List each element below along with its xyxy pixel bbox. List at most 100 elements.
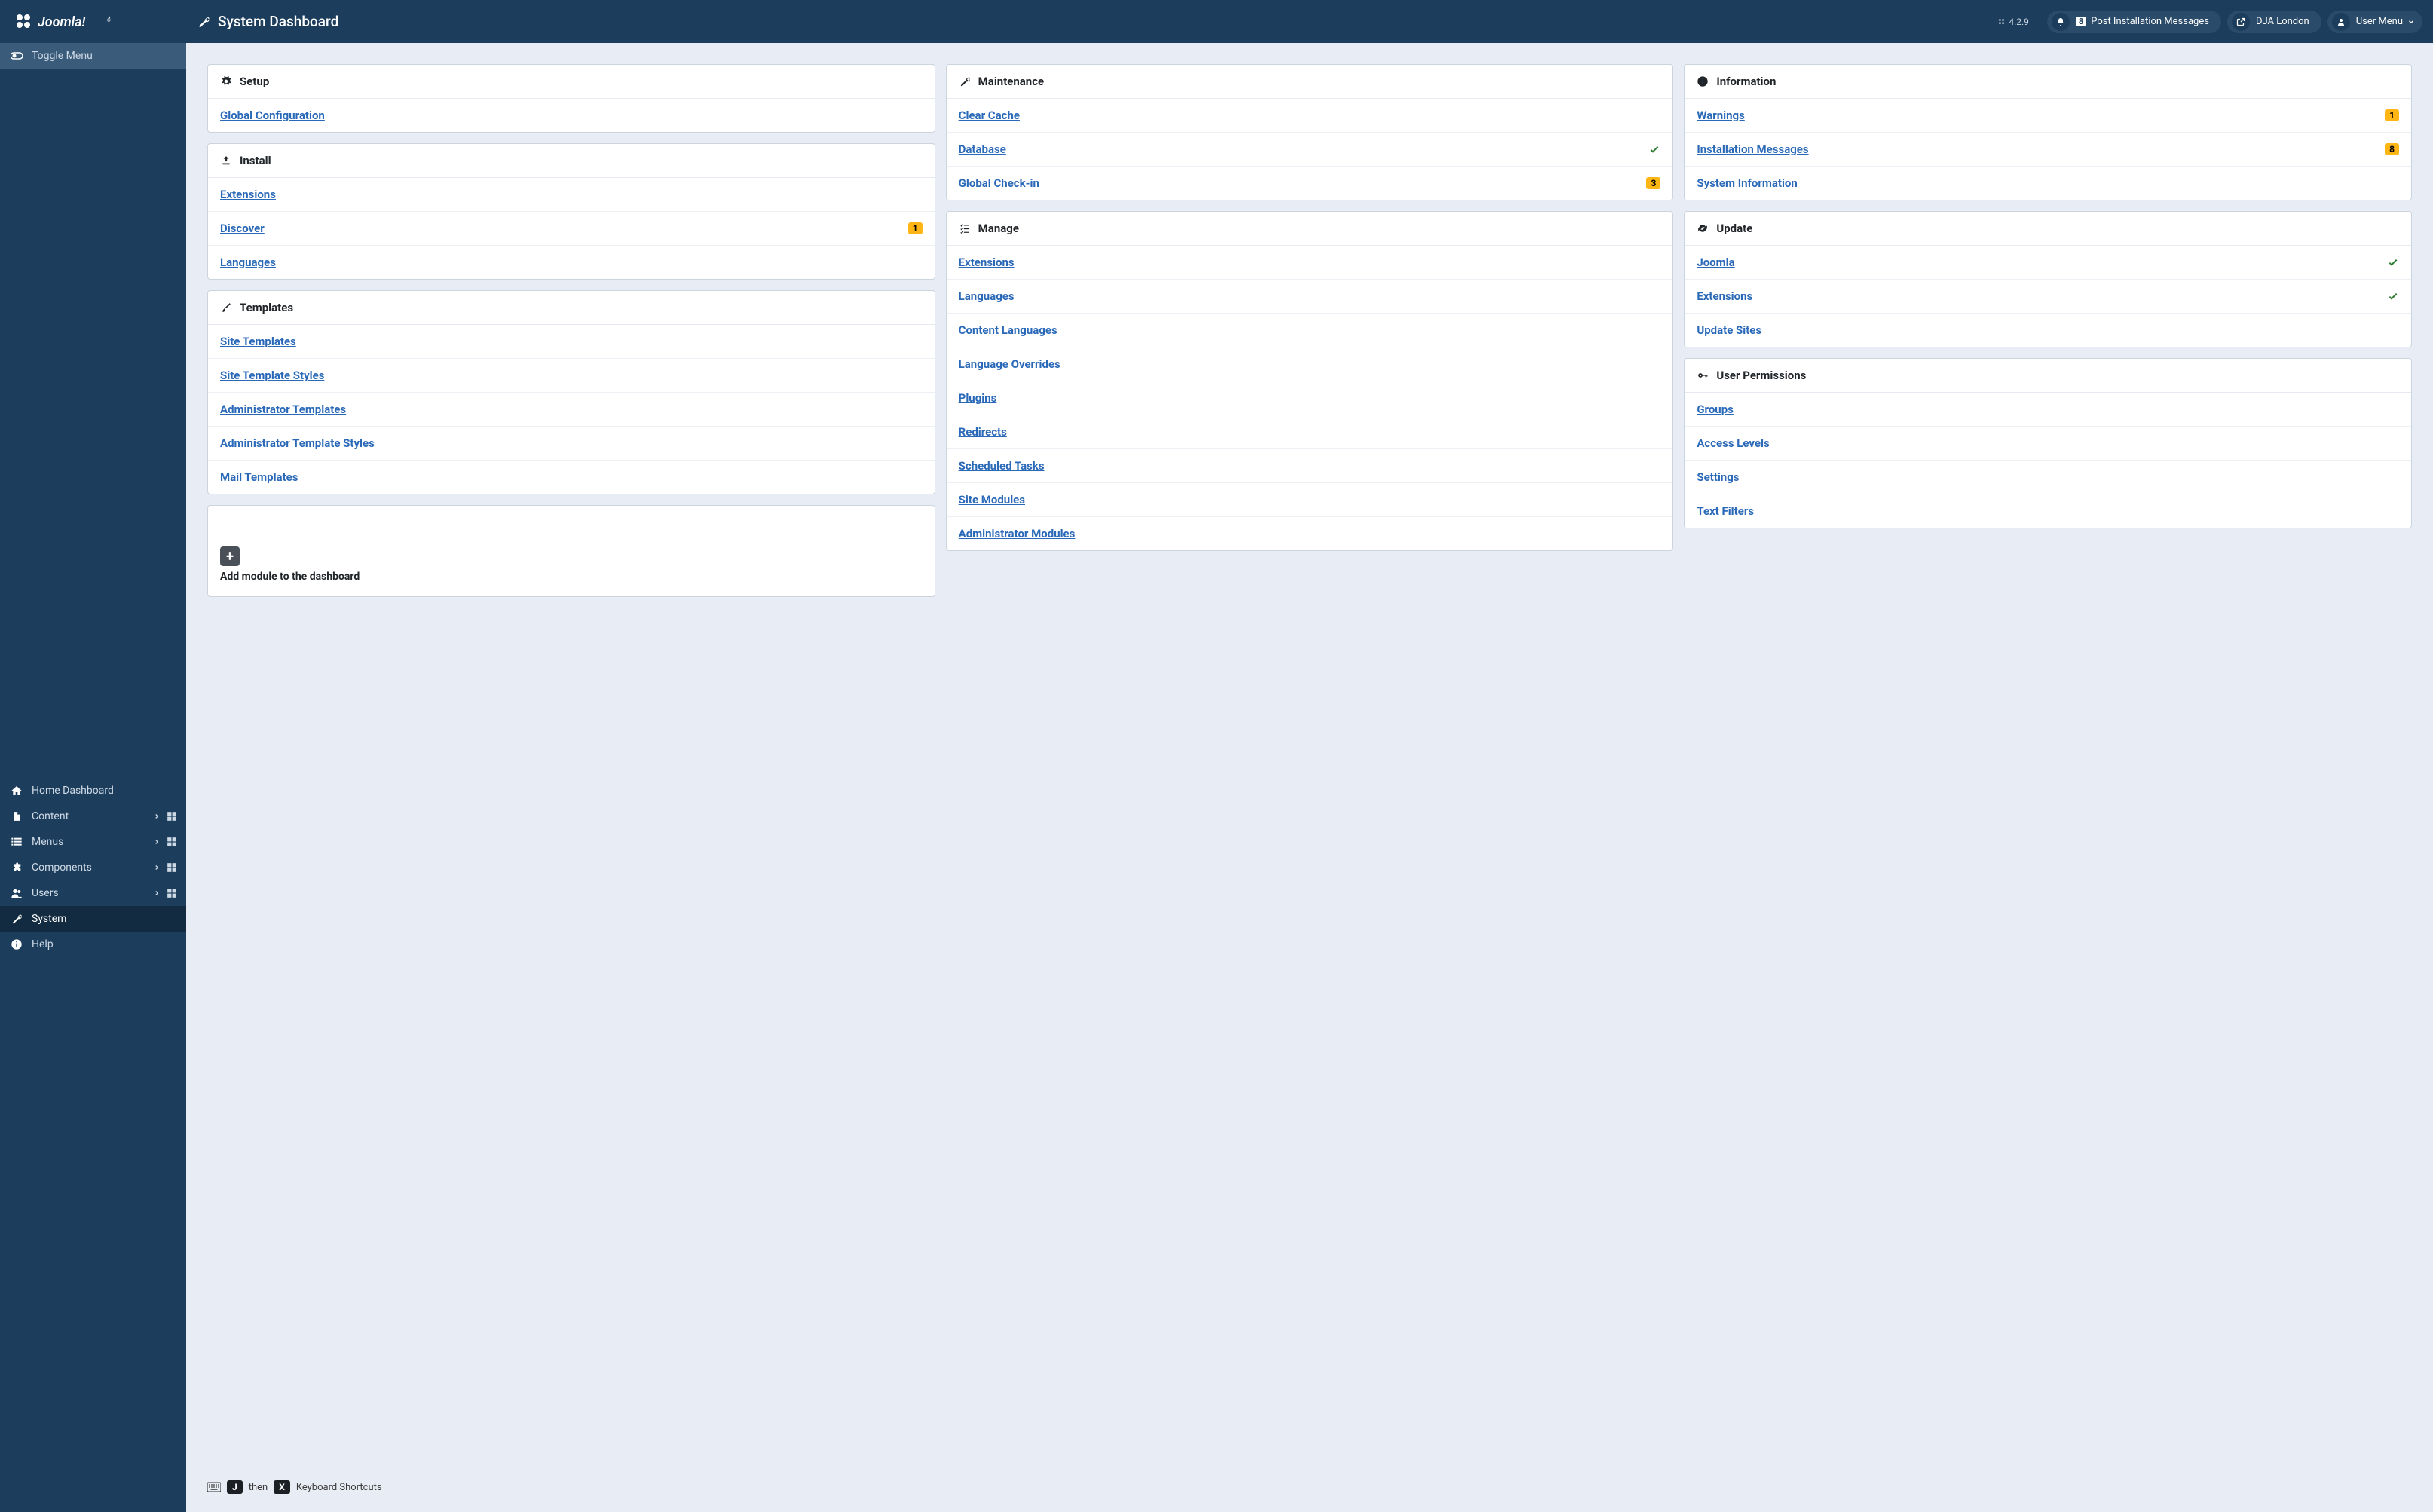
- link-languages[interactable]: Languages: [220, 256, 276, 269]
- link-content-languages[interactable]: Content Languages: [959, 323, 1057, 337]
- sidebar-item-label: Users: [32, 887, 153, 899]
- sidebar: Joomla! ® Toggle Menu Home Dashboard Cont…: [0, 0, 186, 1512]
- link-administrator-templates[interactable]: Administrator Templates: [220, 402, 346, 416]
- version: 4.2.9: [1997, 17, 2029, 27]
- cog-icon: [220, 76, 232, 87]
- card-item: Mail Templates: [208, 461, 935, 494]
- card-title: Maintenance: [978, 75, 1044, 88]
- link-clear-cache[interactable]: Clear Cache: [959, 109, 1020, 122]
- upload-icon: [220, 155, 232, 166]
- card-item: Extensions: [208, 178, 935, 212]
- card-header: User Permissions: [1685, 359, 2411, 393]
- link-redirects[interactable]: Redirects: [959, 425, 1007, 439]
- file-icon: [9, 810, 24, 822]
- link-administrator-template-styles[interactable]: Administrator Template Styles: [220, 436, 375, 450]
- sidebar-item-components[interactable]: Components: [0, 855, 186, 880]
- shortcuts-link[interactable]: Keyboard Shortcuts: [296, 1482, 382, 1493]
- grid-icon[interactable]: [167, 888, 177, 898]
- link-extensions[interactable]: Extensions: [1697, 289, 1752, 303]
- card-header: Information: [1685, 65, 2411, 99]
- svg-text:Joomla!: Joomla!: [38, 14, 86, 30]
- card-item: Content Languages: [947, 314, 1673, 347]
- card-title: Information: [1716, 75, 1776, 88]
- grid-icon[interactable]: [167, 837, 177, 847]
- card-title: Update: [1716, 222, 1752, 235]
- sidebar-item-system[interactable]: System: [0, 906, 186, 932]
- external-link-icon: [2232, 13, 2250, 31]
- link-mail-templates[interactable]: Mail Templates: [220, 470, 298, 484]
- card-item: Extensions: [947, 246, 1673, 280]
- card-install: Install Extensions Discover 1 Languages: [207, 143, 935, 280]
- link-database[interactable]: Database: [959, 142, 1006, 156]
- link-global-check-in[interactable]: Global Check-in: [959, 176, 1039, 190]
- badge: 3: [1646, 177, 1660, 189]
- link-access-levels[interactable]: Access Levels: [1697, 436, 1769, 450]
- user-menu-label: User Menu: [2356, 16, 2403, 27]
- main: System Dashboard 4.2.9 8 Post Installati…: [186, 0, 2433, 1512]
- link-warnings[interactable]: Warnings: [1697, 109, 1744, 122]
- card-header: Update: [1685, 212, 2411, 246]
- card-header: Install: [208, 144, 935, 178]
- link-settings[interactable]: Settings: [1697, 470, 1739, 484]
- sidebar-item-home-dashboard[interactable]: Home Dashboard: [0, 778, 186, 803]
- site-link-label: DJA London: [2256, 16, 2317, 27]
- wrench-icon: [197, 15, 210, 29]
- link-text-filters[interactable]: Text Filters: [1697, 504, 1754, 518]
- card-item: Global Check-in 3: [947, 167, 1673, 200]
- chevron-right-icon: [153, 813, 161, 820]
- link-groups[interactable]: Groups: [1697, 402, 1734, 416]
- users-icon: [9, 887, 24, 899]
- wrench-icon: [959, 75, 971, 87]
- sidebar-item-label: Help: [32, 938, 177, 950]
- link-site-template-styles[interactable]: Site Template Styles: [220, 369, 324, 382]
- link-site-templates[interactable]: Site Templates: [220, 335, 296, 348]
- link-update-sites[interactable]: Update Sites: [1697, 323, 1761, 337]
- keyboard-icon: [207, 1482, 221, 1492]
- grid-icon[interactable]: [167, 862, 177, 873]
- home-icon: [9, 785, 24, 797]
- puzzle-icon: [9, 862, 24, 874]
- card-item: Scheduled Tasks: [947, 449, 1673, 483]
- card-item: Joomla: [1685, 246, 2411, 280]
- link-administrator-modules[interactable]: Administrator Modules: [959, 527, 1076, 540]
- key-icon: [1697, 370, 1709, 381]
- badge: 1: [908, 222, 923, 234]
- link-site-modules[interactable]: Site Modules: [959, 493, 1025, 507]
- link-joomla[interactable]: Joomla: [1697, 256, 1734, 269]
- link-extensions[interactable]: Extensions: [220, 188, 276, 201]
- add-module-card[interactable]: +Add module to the dashboard: [207, 505, 935, 597]
- card-information: InformationWarnings1Installation Message…: [1684, 64, 2412, 200]
- column-0: SetupGlobal ConfigurationInstallExtensio…: [207, 64, 935, 597]
- toggle-menu[interactable]: Toggle Menu: [0, 43, 186, 69]
- brand-logo[interactable]: Joomla! ®: [0, 0, 186, 43]
- card-item: Plugins: [947, 381, 1673, 415]
- sidebar-item-content[interactable]: Content: [0, 803, 186, 829]
- notifications-pill[interactable]: 8 Post Installation Messages: [2047, 11, 2221, 33]
- link-system-information[interactable]: System Information: [1697, 176, 1797, 190]
- card-user-permissions: User Permissions Groups Access Levels Setti…: [1684, 358, 2412, 528]
- card-item: Installation Messages8: [1685, 133, 2411, 167]
- key-j: J: [227, 1480, 243, 1494]
- user-menu-pill[interactable]: User Menu: [2327, 11, 2422, 33]
- card-item: Text Filters: [1685, 494, 2411, 528]
- link-scheduled-tasks[interactable]: Scheduled Tasks: [959, 459, 1045, 473]
- grid-icon[interactable]: [167, 811, 177, 822]
- sidebar-item-users[interactable]: Users: [0, 880, 186, 906]
- link-installation-messages[interactable]: Installation Messages: [1697, 142, 1808, 156]
- link-languages[interactable]: Languages: [959, 289, 1015, 303]
- frontend-link-pill[interactable]: DJA London: [2227, 11, 2321, 33]
- link-discover[interactable]: Discover: [220, 222, 265, 235]
- link-extensions[interactable]: Extensions: [959, 256, 1015, 269]
- sidebar-item-help[interactable]: Help: [0, 932, 186, 957]
- sidebar-item-menus[interactable]: Menus: [0, 829, 186, 855]
- column-2: InformationWarnings1Installation Message…: [1684, 64, 2412, 528]
- wrench-icon: [9, 913, 24, 925]
- card-item: Extensions: [1685, 280, 2411, 314]
- card-item: Administrator Template Styles: [208, 427, 935, 461]
- card-item: Clear Cache: [947, 99, 1673, 133]
- link-global-configuration[interactable]: Global Configuration: [220, 109, 325, 122]
- svg-text:®: ®: [107, 18, 111, 23]
- link-language-overrides[interactable]: Language Overrides: [959, 357, 1060, 371]
- link-plugins[interactable]: Plugins: [959, 391, 997, 405]
- sidebar-item-label: Home Dashboard: [32, 785, 177, 797]
